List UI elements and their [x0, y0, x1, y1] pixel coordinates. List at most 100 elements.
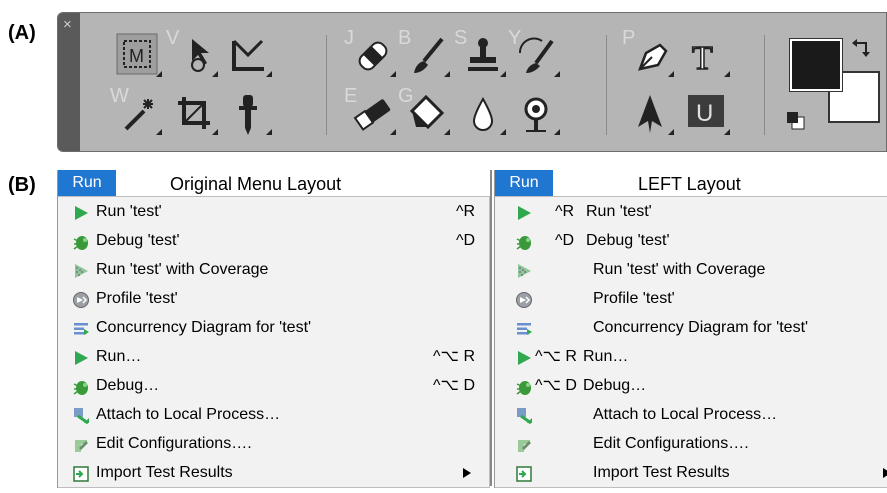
run-menu-tab[interactable]: Run — [58, 170, 116, 196]
clone-stamp-tool-button[interactable]: S — [454, 27, 508, 81]
menu-item[interactable]: Concurrency Diagram for 'test' — [58, 313, 489, 342]
magic-wand-tool-button[interactable]: W — [110, 85, 164, 139]
blur-tool-button[interactable] — [458, 89, 508, 139]
import-icon — [515, 464, 533, 482]
attach-icon — [515, 406, 533, 425]
menu-item-label: Attach to Local Process… — [593, 406, 778, 423]
run-menu-tab[interactable]: Run — [495, 170, 553, 196]
menu-item[interactable]: Run… ^⌥ R — [495, 342, 887, 371]
menu-item[interactable]: Run 'test' ^R — [495, 197, 887, 226]
svg-text:T: T — [692, 40, 713, 77]
menu-item-label: Debug 'test' — [96, 232, 180, 249]
menu-item-label: Run 'test' — [586, 203, 652, 220]
menu-item[interactable]: Debug… ^⌥ D — [495, 371, 887, 400]
path-selection-tool-button[interactable] — [626, 89, 676, 139]
profile-icon — [72, 290, 90, 308]
run-icon — [72, 348, 90, 366]
move-tool-button[interactable]: V — [166, 27, 220, 81]
menu-item[interactable]: Debug 'test' ^D — [58, 226, 489, 255]
menu-item-label: Import Test Results — [96, 464, 233, 481]
debug-icon — [515, 377, 533, 395]
toolbar-separator — [326, 35, 327, 135]
menu-item-shortcut: ^R — [555, 203, 575, 220]
menu-item[interactable]: Edit Configurations…. — [58, 429, 489, 458]
menu-item-label: Attach to Local Process… — [96, 406, 281, 423]
menu-item[interactable]: Debug… ^⌥ D — [58, 371, 489, 400]
debug-icon — [515, 232, 533, 250]
menu-item-shortcut: ^⌥ R — [535, 348, 577, 365]
toolbar-separator — [764, 35, 765, 135]
run-icon — [72, 203, 90, 221]
menu-item-label: Concurrency Diagram for 'test' — [96, 319, 312, 336]
panel-b-label: (B) — [8, 174, 36, 196]
menu-item[interactable]: Concurrency Diagram for 'test' — [495, 313, 887, 342]
concurrency-icon — [515, 319, 533, 337]
menu-item-label: Profile 'test' — [96, 290, 178, 307]
close-icon[interactable]: × — [63, 16, 72, 33]
menu-item-label: Profile 'test' — [593, 290, 675, 307]
menu-item-shortcut: ^⌥ R — [433, 348, 475, 365]
menu-item[interactable]: Run… ^⌥ R — [58, 342, 489, 371]
toolbar-separator — [606, 35, 607, 135]
menu-item-label: Debug… — [96, 377, 160, 394]
menu-item[interactable]: Run 'test' ^R — [58, 197, 489, 226]
menu-item[interactable]: Run 'test' with Coverage — [58, 255, 489, 284]
menu-item[interactable]: Attach to Local Process… — [495, 400, 887, 429]
eraser-tool-button[interactable]: E — [344, 85, 398, 139]
menu-items: Run 'test' ^R Debug 'test' ^D Run 'test' wit… — [495, 196, 887, 488]
import-icon — [72, 464, 90, 482]
menu-item-label: Run… — [96, 348, 142, 365]
menu-item[interactable]: Edit Configurations…. — [495, 429, 887, 458]
crop-tool-button[interactable] — [170, 89, 220, 139]
attach-icon — [72, 406, 90, 425]
menu-item-label: Run 'test' with Coverage — [593, 261, 766, 278]
submenu-arrow-icon — [463, 468, 471, 478]
history-brush-tool-button[interactable]: Y — [508, 27, 562, 81]
shape-tool-button[interactable]: U — [682, 89, 732, 139]
menu-item-label: Edit Configurations…. — [96, 435, 252, 452]
menu-item-label: Run… — [583, 348, 629, 365]
menu-item[interactable]: Import Test Results — [495, 458, 887, 487]
profile-icon — [515, 290, 533, 308]
menu-item[interactable]: Debug 'test' ^D — [495, 226, 887, 255]
menu-item-label: Debug… — [583, 377, 647, 394]
svg-text:U: U — [696, 100, 713, 127]
marquee-tool-button[interactable]: M — [114, 31, 164, 81]
menu-item[interactable]: Profile 'test' — [495, 284, 887, 313]
menu-title: Original Menu Layout — [170, 174, 342, 194]
original-menu: Run Original Menu Layout Run 'test' ^R Deb… — [57, 170, 490, 488]
menu-items: Run 'test' ^R Debug 'test' ^D Run 'test' wit… — [58, 196, 490, 488]
coverage-icon — [515, 261, 533, 279]
menu-item[interactable]: Profile 'test' — [58, 284, 489, 313]
dodge-tool-button[interactable] — [512, 89, 562, 139]
default-colors-icon[interactable] — [786, 111, 806, 131]
brush-tool-button[interactable]: B — [398, 27, 452, 81]
run-icon — [515, 348, 533, 366]
eyedropper-tool-button[interactable] — [224, 89, 274, 139]
palette-grip[interactable]: × — [58, 13, 80, 151]
paint-bucket-tool-button[interactable]: G — [398, 85, 452, 139]
menu-item-shortcut: ^D — [455, 232, 475, 249]
svg-text:M: M — [129, 46, 144, 66]
layout-divider — [490, 170, 492, 486]
menu-item[interactable]: Import Test Results — [58, 458, 489, 487]
pen-tool-button[interactable]: P — [622, 27, 676, 81]
left-layout-menu: Run LEFT Layout Run 'test' ^R Debug 'test'… — [494, 170, 887, 488]
menu-item-shortcut: ^⌥ D — [433, 377, 475, 394]
debug-icon — [72, 232, 90, 250]
foreground-color-swatch[interactable] — [789, 38, 843, 92]
concurrency-icon — [72, 319, 90, 337]
edit-config-icon — [515, 435, 533, 453]
coverage-icon — [72, 261, 90, 279]
menu-item-shortcut: ^R — [455, 203, 475, 220]
swap-colors-icon[interactable] — [852, 37, 872, 57]
tool-palette: × M V W J B S Y E G P T U — [57, 12, 887, 152]
type-tool-button[interactable]: T — [682, 31, 732, 81]
crop-slice-tool-button[interactable] — [224, 31, 274, 81]
menu-item-shortcut: ^D — [555, 232, 575, 249]
healing-brush-tool-button[interactable]: J — [344, 27, 398, 81]
menu-item[interactable]: Attach to Local Process… — [58, 400, 489, 429]
menu-item-label: Edit Configurations…. — [593, 435, 749, 452]
menu-item-label: Import Test Results — [593, 464, 730, 481]
menu-item[interactable]: Run 'test' with Coverage — [495, 255, 887, 284]
